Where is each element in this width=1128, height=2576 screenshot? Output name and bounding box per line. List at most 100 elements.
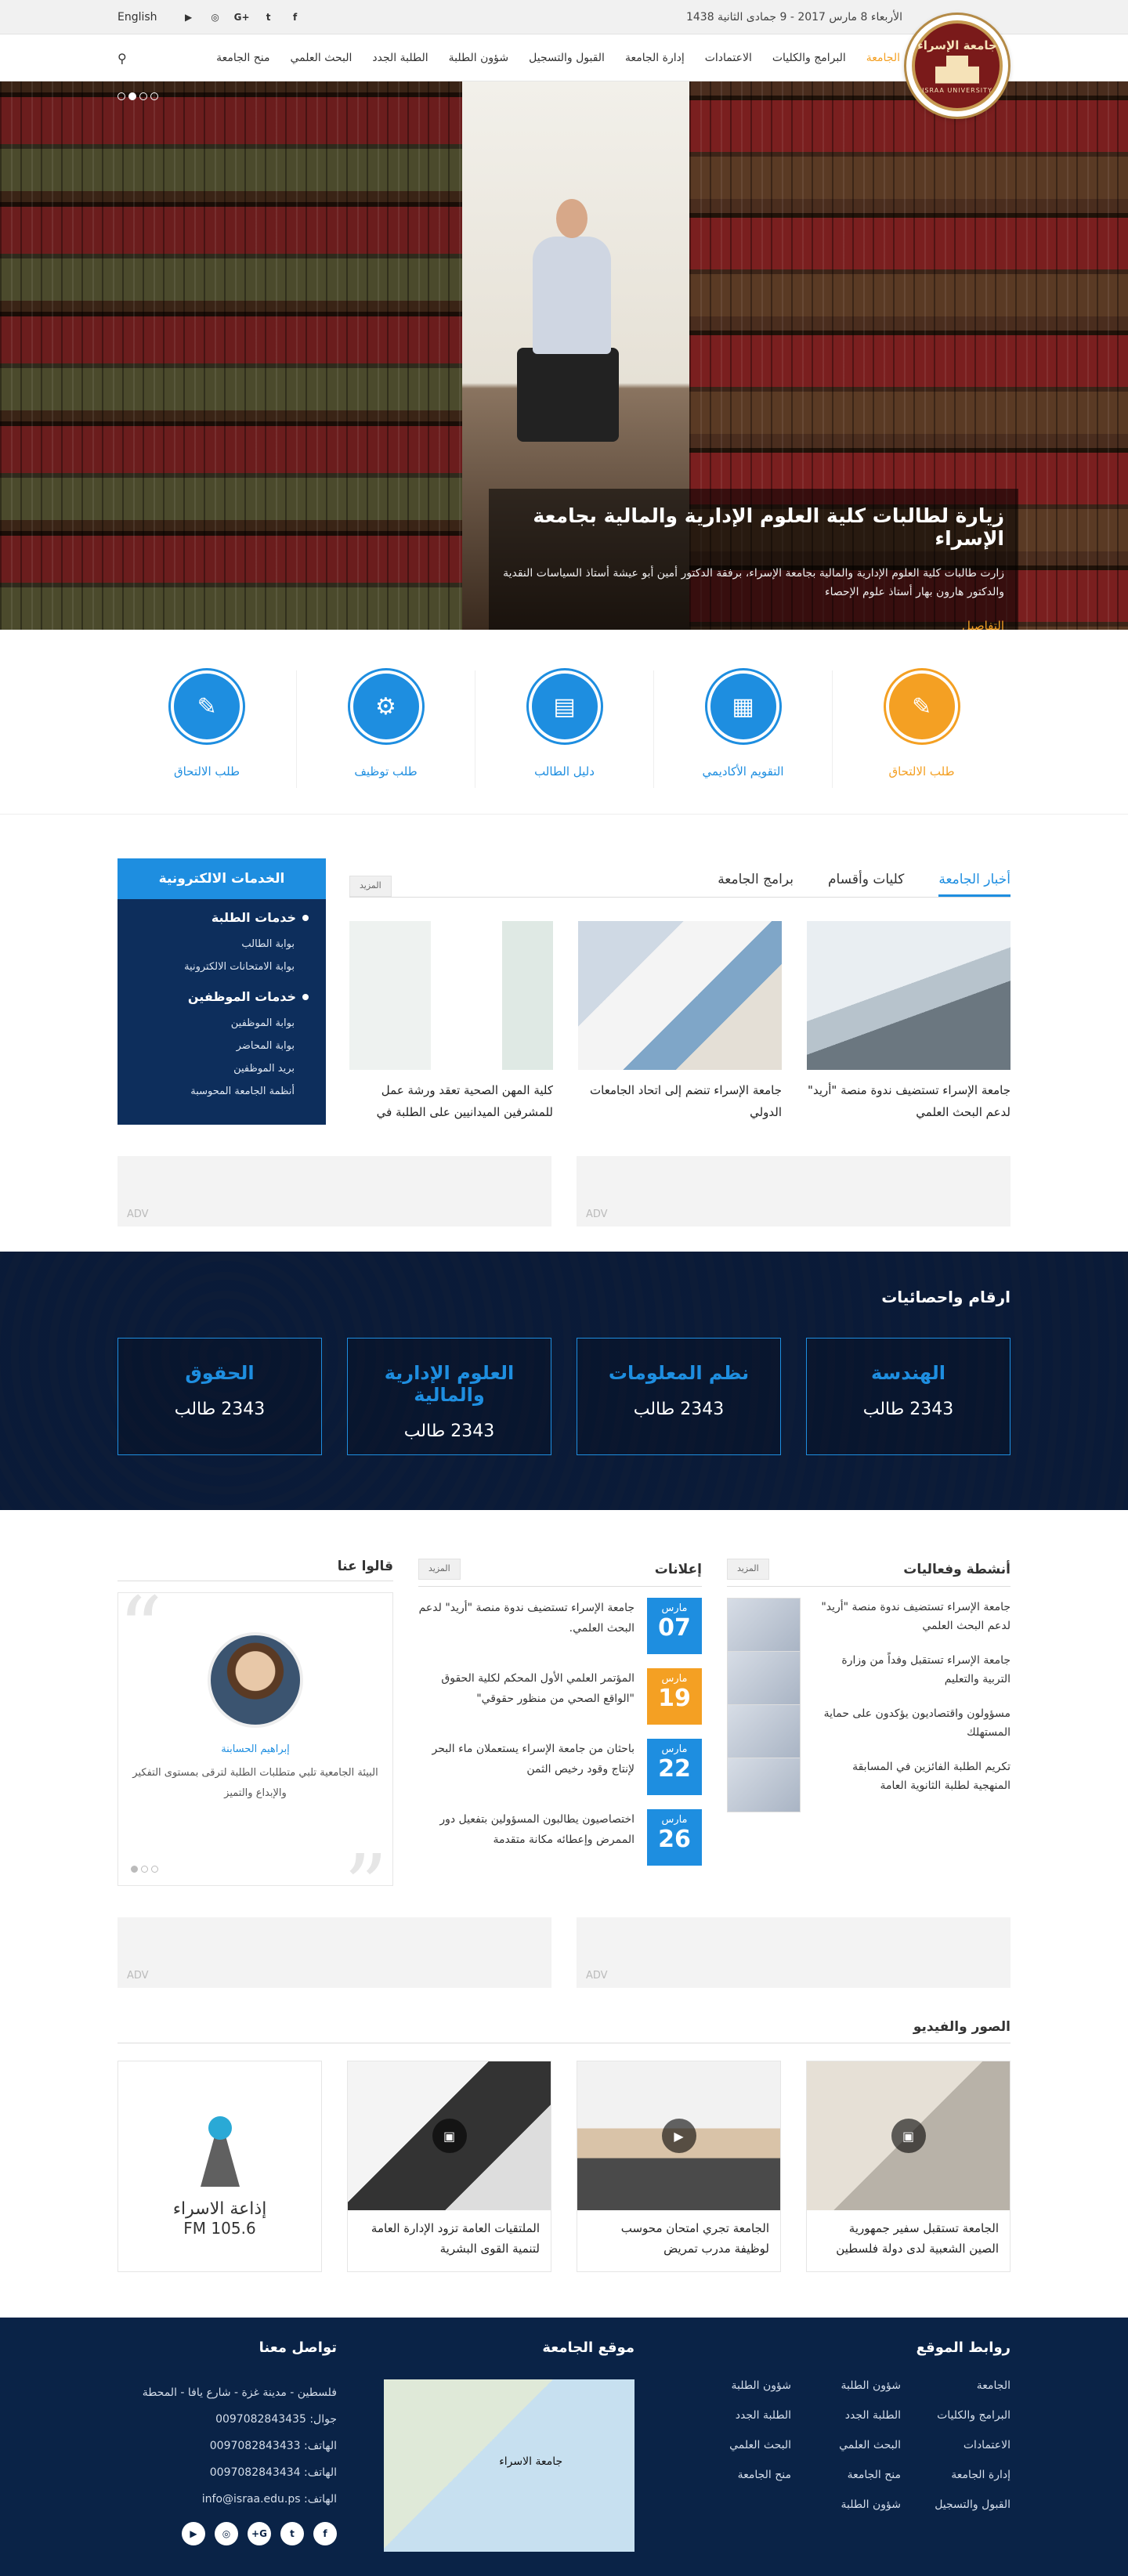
quote-close-icon: ” (343, 1836, 388, 1936)
contact-email[interactable]: الهاتف: info@israa.edu.ps (143, 2486, 337, 2513)
link-exams-portal[interactable]: بوابة الامتحانات الالكترونية (133, 956, 295, 978)
date-month: مارس (661, 1743, 688, 1755)
lower-section: أنشطة وفعاليات المزيد جامعة الإسراء تستضي… (0, 1510, 1128, 1988)
university-logo[interactable]: جامعة الإسراء ISRAA UNIVERSITY (904, 13, 1010, 119)
footer-link[interactable]: شؤون الطلبة (682, 2379, 791, 2392)
carousel-dot[interactable] (131, 1866, 138, 1873)
more-button[interactable]: المزيد (349, 876, 392, 897)
news-card[interactable]: كلية المهن الصحية تعقد ورشة عمل للمشرفين… (349, 921, 553, 1123)
footer-link[interactable]: شؤون الطلبة (791, 2379, 901, 2392)
ad-banner[interactable]: ADV (118, 1917, 551, 1988)
instagram-icon[interactable]: ◎ (208, 9, 223, 25)
map[interactable]: جامعة الاسراء (384, 2379, 634, 2552)
activity-item[interactable]: جامعة الإسراء تستضيف ندوة منصة "أريد" لد… (727, 1587, 1010, 1653)
activity-text: جامعة الإسراء تستضيف ندوة منصة "أريد" لد… (821, 1601, 1010, 1632)
ad-banner[interactable]: ADV (118, 1156, 551, 1227)
carousel-dot[interactable] (141, 1866, 148, 1873)
nav-item-student-affairs[interactable]: شؤون الطلبة (439, 52, 519, 64)
quick-link-guide[interactable]: ▤ دليل الطالب (475, 670, 653, 788)
news-card[interactable]: جامعة الإسراء تنضم إلى اتحاد الجامعات ال… (578, 921, 782, 1123)
contact-phone: الهاتف: 0097082843434 (209, 2466, 337, 2479)
announcement-item[interactable]: مارس 26 اختصاصيون يطالبون المسؤولين بتفعيل… (418, 1798, 702, 1869)
footer-link[interactable]: منح الجامعة (791, 2469, 901, 2481)
activities-column: أنشطة وفعاليات المزيد جامعة الإسراء تستضي… (727, 1559, 1010, 1886)
announcement-item[interactable]: مارس 07 جامعة الإسراء تستضيف ندوة منصة "أر… (418, 1587, 702, 1657)
instagram-icon[interactable]: ◎ (215, 2522, 238, 2545)
nav-item-accreditations[interactable]: الاعتمادات (695, 52, 762, 64)
tab-programs[interactable]: برامج الجامعة (718, 872, 794, 897)
ad-banner[interactable]: ADV (577, 1917, 1010, 1988)
youtube-icon[interactable]: ▶ (182, 2522, 205, 2545)
slider-dot[interactable] (139, 92, 147, 100)
nav-item-new-students[interactable]: الطلبة الجدد (362, 52, 438, 64)
quick-link-jobs[interactable]: ⚙ طلب توظيف (296, 670, 475, 788)
facebook-icon[interactable]: f (287, 9, 303, 25)
slider-dot[interactable] (118, 92, 125, 100)
footer-link[interactable]: منح الجامعة (682, 2469, 791, 2481)
nav-item-university[interactable]: الجامعة (856, 52, 910, 64)
announcement-text: باحثان من جامعة الإسراء يستعملان ماء الب… (432, 1743, 634, 1776)
footer-link[interactable]: القبول والتسجيل (901, 2498, 1010, 2511)
googleplus-icon[interactable]: G+ (248, 2522, 271, 2545)
quick-link-apply[interactable]: ✎ طلب الالتحاق (832, 670, 1010, 788)
nav-item-research[interactable]: البحث العلمي (280, 52, 363, 64)
announcement-item[interactable]: مارس 19 المؤتمر العلمي الأول المحكم لكلية … (418, 1657, 702, 1728)
quick-link-label: طلب توظيف (354, 764, 418, 779)
hero-details-link[interactable]: التفاصيل (503, 619, 1004, 630)
search-icon[interactable]: ⚲ (118, 51, 127, 66)
nav-item-grants[interactable]: منح الجامعة (206, 52, 280, 64)
date-month: مارس (661, 1602, 688, 1614)
image-icon: ▣ (891, 2119, 926, 2153)
footer: روابط الموقع الجامعة شؤون الطلبة شؤون الطل… (0, 2318, 1128, 2576)
media-card[interactable]: ▶ الجامعة تجري امتحان محوسب لوظيفة مدرب … (577, 2061, 781, 2272)
tab-faculties[interactable]: كليات وأقسام (828, 872, 904, 897)
date-day: 26 (658, 1826, 691, 1853)
slider-dot[interactable] (150, 92, 158, 100)
radio-card[interactable]: إذاعة الاسراء 105.6 FM (118, 2061, 322, 2272)
link-staff-portal[interactable]: بوابة الموظفين (133, 1012, 295, 1035)
link-student-portal[interactable]: بوابة الطالب (133, 933, 295, 956)
link-lecturer-portal[interactable]: بوابة المحاضر (133, 1035, 295, 1057)
media-image: ▶ (577, 2061, 780, 2210)
quick-link-apply-2[interactable]: ✎ طلب الالتحاق (118, 670, 296, 788)
footer-link[interactable]: البرامج والكليات (901, 2409, 1010, 2422)
language-switch[interactable]: English (118, 11, 157, 23)
nav-item-administration[interactable]: إدارة الجامعة (615, 52, 695, 64)
more-button[interactable]: المزيد (727, 1559, 769, 1580)
testimonial-dots (131, 1866, 158, 1873)
main-nav: جامعة الإسراء ISRAA UNIVERSITY الجامعة ا… (0, 13, 1128, 119)
media-card[interactable]: ▣ الملتقيات العامة تزود الإدارة العامة ل… (347, 2061, 551, 2272)
googleplus-icon[interactable]: G+ (234, 9, 250, 25)
nav-item-admission[interactable]: القبول والتسجيل (519, 52, 615, 64)
footer-link[interactable]: البحث العلمي (791, 2439, 901, 2451)
twitter-icon[interactable]: t (261, 9, 277, 25)
footer-link[interactable]: الطلبة الجدد (791, 2409, 901, 2422)
footer-link[interactable]: إدارة الجامعة (901, 2469, 1010, 2481)
activity-thumb (727, 1598, 801, 1653)
footer-links-title: روابط الموقع (916, 2339, 1010, 2356)
link-systems[interactable]: أنظمة الجامعة المحوسبة (133, 1080, 295, 1103)
footer-link[interactable]: شؤون الطلبة (791, 2498, 901, 2511)
more-button[interactable]: المزيد (418, 1559, 461, 1580)
twitter-icon[interactable]: t (280, 2522, 304, 2545)
link-staff-mail[interactable]: بريد الموظفين (133, 1057, 295, 1080)
nav-item-programs[interactable]: البرامج والكليات (762, 52, 856, 64)
footer-link[interactable]: الجامعة (901, 2379, 1010, 2392)
activity-thumb (727, 1651, 801, 1706)
media-card[interactable]: ▣ الجامعة تستقبل سفير جمهورية الصين الشع… (806, 2061, 1010, 2272)
footer-link[interactable]: الطلبة الجدد (682, 2409, 791, 2422)
footer-link[interactable]: البحث العلمي (682, 2439, 791, 2451)
youtube-icon[interactable]: ▶ (181, 9, 197, 25)
carousel-dot[interactable] (151, 1866, 158, 1873)
announcement-item[interactable]: مارس 22 باحثان من جامعة الإسراء يستعملان م… (418, 1728, 702, 1798)
tab-university-news[interactable]: أخبار الجامعة (938, 872, 1010, 897)
quick-link-calendar[interactable]: ▦ التقويم الأكاديمي (653, 670, 832, 788)
facebook-icon[interactable]: f (313, 2522, 337, 2545)
ad-banner[interactable]: ADV (577, 1156, 1010, 1227)
staff-services-title: خدمات الموظفين (133, 989, 309, 1004)
slider-dot-active[interactable] (128, 92, 136, 100)
footer-map-title: موقع الجامعة (542, 2339, 634, 2356)
footer-link[interactable]: الاعتمادات (901, 2439, 1010, 2451)
news-title: جامعة الإسراء تستضيف ندوة منصة "أريد" لد… (808, 1083, 1010, 1119)
news-card[interactable]: جامعة الإسراء تستضيف ندوة منصة "أريد" لد… (807, 921, 1010, 1123)
